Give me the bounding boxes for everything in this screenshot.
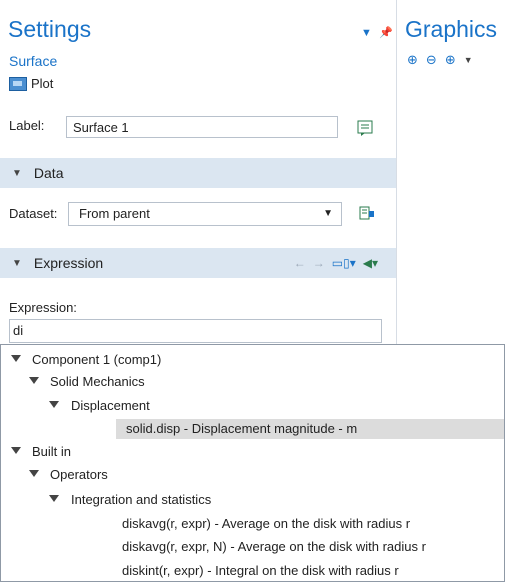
dataset-caption: Dataset: bbox=[9, 206, 58, 221]
expanded-icon[interactable] bbox=[11, 355, 21, 362]
tree-item-solid-disp[interactable]: solid.disp - Displacement magnitude - m bbox=[116, 419, 504, 439]
tree-item-displacement[interactable]: Displacement bbox=[1, 396, 504, 416]
collapse-arrow-icon[interactable]: ▼ bbox=[12, 258, 22, 269]
back-arrow-icon[interactable]: ← bbox=[294, 256, 306, 270]
settings-title: Settings bbox=[8, 16, 92, 42]
chevron-down-icon[interactable]: ▼ bbox=[464, 55, 473, 65]
note-icon bbox=[357, 120, 373, 136]
tree-item-diskavg-1[interactable]: diskavg(r, expr) - Average on the disk w… bbox=[1, 514, 504, 534]
label-caption: Label: bbox=[9, 118, 45, 133]
tree-item-integration-statistics[interactable]: Integration and statistics bbox=[1, 490, 504, 510]
expression-toolbar: ← → ▭▯▾ ◀▾ bbox=[294, 248, 378, 278]
expression-input[interactable]: di bbox=[9, 319, 382, 343]
plot-label: Plot bbox=[31, 76, 54, 91]
pin-controls[interactable]: ▼ 📌 bbox=[361, 26, 393, 39]
chevron-down-icon[interactable]: ▼ bbox=[323, 203, 333, 225]
tree-item-diskint[interactable]: diskint(r, expr) - Integral on the disk … bbox=[1, 561, 504, 581]
tree-item-solid-mechanics[interactable]: Solid Mechanics bbox=[1, 372, 504, 392]
settings-subtitle: Surface bbox=[9, 53, 58, 69]
expanded-icon[interactable] bbox=[29, 377, 39, 384]
zoom-out-icon[interactable]: ⊖ bbox=[426, 52, 437, 68]
tree-item-component[interactable]: Component 1 (comp1) bbox=[1, 350, 504, 370]
graphics-title: Graphics bbox=[405, 16, 498, 42]
dataset-icon bbox=[359, 206, 374, 220]
zoom-in-icon[interactable]: ⊕ bbox=[407, 52, 418, 68]
graphics-toolbar: ⊕ ⊖ ⊕ ▼ bbox=[407, 52, 473, 68]
label-settings-icon[interactable] bbox=[355, 118, 375, 138]
insert-expression-icon[interactable]: ▭▯▾ bbox=[332, 256, 356, 270]
replace-expression-icon[interactable]: ◀▾ bbox=[363, 256, 378, 270]
chevron-down-icon[interactable]: ▼ bbox=[361, 27, 372, 39]
autocomplete-popup: Component 1 (comp1) Solid Mechanics Disp… bbox=[0, 344, 505, 582]
dataset-settings-icon[interactable] bbox=[357, 203, 377, 223]
zoom-box-icon[interactable]: ⊕ bbox=[445, 52, 456, 68]
tree-item-operators[interactable]: Operators bbox=[1, 465, 504, 485]
dataset-select[interactable]: From parent ▼ bbox=[68, 202, 342, 226]
forward-arrow-icon[interactable]: → bbox=[313, 256, 325, 270]
tree-item-diskavg-2[interactable]: diskavg(r, expr, N) - Average on the dis… bbox=[1, 537, 504, 557]
expression-caption: Expression: bbox=[9, 300, 77, 315]
expression-section-header[interactable]: ▼ Expression ← → ▭▯▾ ◀▾ bbox=[0, 248, 396, 278]
data-section-header[interactable]: ▼ Data bbox=[0, 158, 396, 188]
pin-icon[interactable]: 📌 bbox=[379, 27, 393, 39]
expanded-icon[interactable] bbox=[11, 447, 21, 454]
label-input[interactable]: Surface 1 bbox=[66, 116, 338, 138]
expanded-icon[interactable] bbox=[49, 401, 59, 408]
expanded-icon[interactable] bbox=[49, 495, 59, 502]
plot-button[interactable]: Plot bbox=[9, 76, 53, 91]
expanded-icon[interactable] bbox=[29, 470, 39, 477]
tree-item-built-in[interactable]: Built in bbox=[1, 442, 504, 462]
plot-icon bbox=[9, 76, 27, 91]
collapse-arrow-icon[interactable]: ▼ bbox=[12, 168, 22, 179]
